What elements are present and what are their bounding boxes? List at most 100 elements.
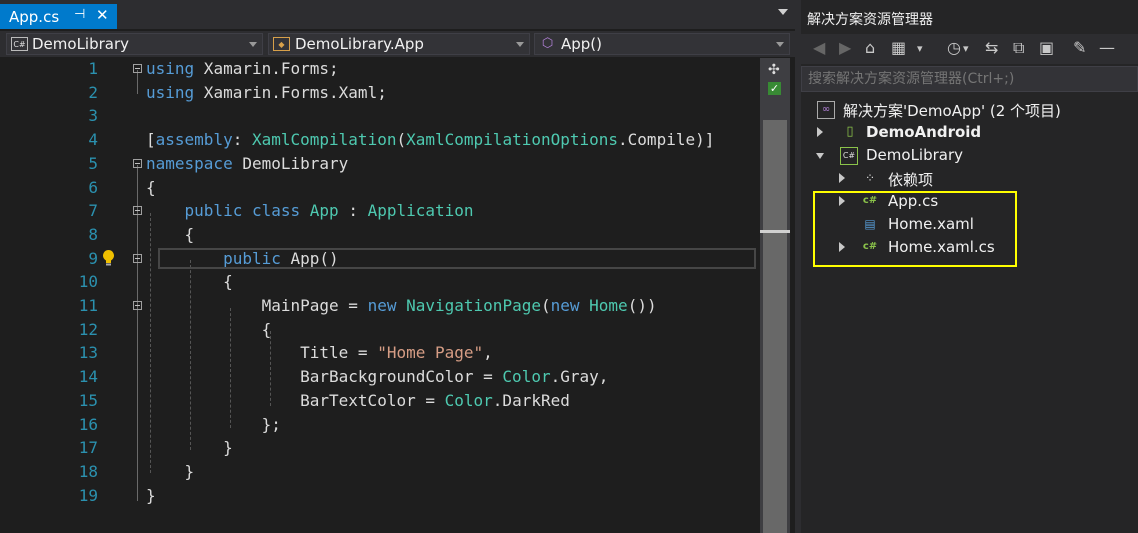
properties-wrench-icon[interactable]: ✎ [1073, 38, 1086, 57]
line-number: 6 [88, 177, 98, 197]
chevron-down-icon [516, 42, 524, 47]
code-line-text: using Xamarin.Forms.Xaml; [146, 82, 387, 102]
caret-position-marker [760, 230, 790, 233]
fold-toggle-icon[interactable] [133, 158, 142, 168]
code-line[interactable]: 19} [0, 485, 760, 509]
class-dropdown[interactable]: ◆ DemoLibrary.App [268, 33, 530, 55]
solution-icon: ∞ [817, 101, 835, 119]
scrollbar-thumb[interactable] [763, 120, 787, 533]
member-dropdown[interactable]: ⬡ App() [534, 33, 790, 55]
home-icon[interactable]: ⌂ [865, 38, 875, 57]
line-number: 18 [78, 461, 98, 481]
chevron-down-icon[interactable]: ▾ [917, 42, 923, 55]
code-line-text: MainPage = new NavigationPage(new Home()… [146, 296, 657, 315]
pending-changes-filter-icon[interactable]: ◷ [947, 38, 961, 57]
tree-item-label: DemoAndroid [866, 123, 982, 141]
code-line-text: public class App : Application [184, 201, 474, 221]
line-number: 10 [78, 272, 98, 292]
code-line-text: namespace DemoLibrary [146, 153, 349, 173]
dependencies-icon: ⁘ [864, 171, 876, 185]
line-number: 17 [78, 438, 98, 458]
code-line[interactable]: 3 [0, 105, 760, 129]
fold-toggle-icon[interactable] [133, 301, 142, 310]
code-line[interactable]: 18 } [0, 461, 760, 485]
line-number: 3 [88, 106, 98, 126]
code-line-text: }; [146, 414, 281, 434]
solution-search-input[interactable] [808, 69, 1128, 89]
code-line[interactable]: 12 { [0, 319, 760, 343]
chevron-down-icon[interactable]: ▾ [963, 42, 969, 55]
line-number: 8 [88, 224, 98, 244]
code-line[interactable]: 5 namespace DemoLibrary [0, 153, 760, 177]
line-number: 9 [88, 248, 98, 268]
code-line[interactable]: 4 [assembly: XamlCompilation(XamlCompilat… [0, 129, 760, 153]
code-line[interactable]: 2 using Xamarin.Forms.Xaml; [0, 82, 760, 106]
code-line-text: { [146, 177, 156, 197]
code-line[interactable]: 1 using Xamarin.Forms; [0, 58, 760, 82]
line-number: 12 [78, 319, 98, 339]
back-icon[interactable]: ◀ [813, 38, 825, 57]
navigation-bar: C# DemoLibrary ◆ DemoLibrary.App ⬡ App() [0, 31, 795, 57]
panel-title: 解决方案资源管理器 [807, 12, 933, 28]
code-line-text: { [146, 224, 195, 244]
collapse-all-icon[interactable]: ⧉ [1013, 38, 1024, 58]
current-line-highlight [158, 248, 756, 269]
line-number: 14 [78, 367, 98, 387]
code-line[interactable]: 6{ [0, 177, 760, 201]
tab-overflow-dropdown-icon[interactable] [778, 9, 788, 15]
split-window-icon[interactable]: ✣ [768, 62, 780, 78]
collapse-arrow-icon[interactable] [816, 153, 824, 159]
project-dropdown[interactable]: C# DemoLibrary [6, 33, 263, 55]
lightbulb-icon[interactable] [101, 249, 116, 267]
fold-toggle-icon[interactable] [133, 253, 142, 263]
code-line[interactable]: 7 public class App : Application [0, 200, 760, 224]
solution-search-box[interactable] [801, 66, 1138, 92]
line-number: 15 [78, 390, 98, 410]
line-number: 1 [88, 59, 98, 78]
code-line-text: { [146, 272, 233, 292]
close-icon[interactable]: ✕ [96, 6, 109, 24]
code-line[interactable]: 15 BarTextColor = Color.DarkRed [0, 390, 760, 414]
code-line-text: BarBackgroundColor = Color.Gray, [146, 367, 609, 387]
code-line[interactable]: 14 BarBackgroundColor = Color.Gray, [0, 366, 760, 390]
chevron-down-icon [249, 42, 257, 47]
line-number: 19 [78, 485, 98, 505]
vertical-scrollbar[interactable]: ✣ ✓ [760, 58, 790, 533]
tree-item-label: 解决方案'DemoApp' (2 个项目) [843, 102, 1061, 120]
method-icon: ⬡ [541, 36, 554, 51]
expand-arrow-icon[interactable] [839, 173, 845, 183]
line-number: 4 [88, 130, 98, 150]
solution-explorer-toolbar: ◀ ▶ ⌂ ▦ ▾ ◷ ▾ ⇆ ⧉ ▣ ✎ — [801, 34, 1138, 64]
fold-toggle-icon[interactable] [133, 206, 142, 216]
code-line-text: { [146, 319, 272, 339]
forward-icon[interactable]: ▶ [839, 38, 851, 57]
code-editor: App.cs ⊣ ✕ C# DemoLibrary ◆ DemoLibrary.… [0, 0, 795, 533]
code-text-area[interactable]: 1 using Xamarin.Forms; 2 using Xamarin.Form… [0, 58, 760, 533]
class-icon: ◆ [273, 37, 290, 51]
code-line-text: } [146, 438, 233, 458]
code-line[interactable]: 8 { [0, 224, 760, 248]
code-line-text: } [146, 485, 156, 505]
tree-item-label: 依赖项 [888, 171, 934, 189]
class-dropdown-label: DemoLibrary.App [295, 35, 424, 53]
code-line-text: BarTextColor = Color.DarkRed [146, 390, 570, 410]
tab-app-cs[interactable]: App.cs ⊣ ✕ [0, 4, 117, 29]
project-dropdown-label: DemoLibrary [32, 35, 130, 53]
no-issues-check-icon: ✓ [768, 82, 781, 95]
minus-icon[interactable]: — [1099, 38, 1115, 57]
fold-toggle-icon[interactable] [133, 64, 142, 73]
code-line[interactable]: 13 Title = "Home Page", [0, 342, 760, 366]
line-number: 11 [78, 296, 98, 315]
code-line-text: Title = "Home Page", [146, 343, 493, 363]
code-line[interactable]: 11 MainPage = new NavigationPage(new Hom… [0, 295, 760, 319]
switch-views-icon[interactable]: ▦ [891, 38, 906, 57]
show-all-files-icon[interactable]: ▣ [1039, 38, 1054, 57]
pin-icon[interactable]: ⊣ [74, 7, 85, 22]
code-line[interactable]: 16 }; [0, 414, 760, 438]
code-line[interactable]: 17 } [0, 437, 760, 461]
code-line-text: using Xamarin.Forms; [146, 59, 339, 78]
code-line[interactable]: 10 { [0, 271, 760, 295]
sync-icon[interactable]: ⇆ [985, 38, 998, 57]
code-line-text: [assembly: XamlCompilation(XamlCompilati… [146, 130, 715, 150]
expand-arrow-icon[interactable] [817, 127, 823, 137]
